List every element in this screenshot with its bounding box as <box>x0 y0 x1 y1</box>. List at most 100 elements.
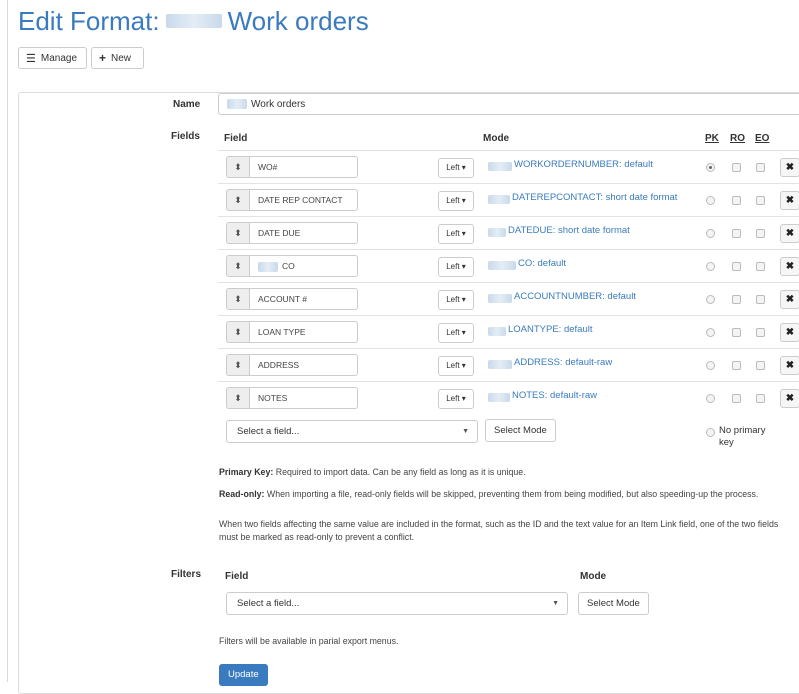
field-name-input[interactable]: CO <box>249 255 358 277</box>
alignment-dropdown[interactable]: Left ▾ <box>438 224 474 244</box>
mode-link[interactable]: DATEDUE: short date format <box>508 225 630 236</box>
redacted-text <box>227 99 247 109</box>
close-icon: ✖ <box>785 261 795 272</box>
mode-link[interactable]: LOANTYPE: default <box>508 324 592 335</box>
name-value: Work orders <box>251 98 306 110</box>
ro-checkbox[interactable] <box>732 262 741 271</box>
new-button[interactable]: + New <box>91 47 144 69</box>
select-mode-button[interactable]: Select Mode <box>485 419 556 442</box>
field-name-value: ADDRESS <box>258 360 300 370</box>
eo-checkbox[interactable] <box>756 262 765 271</box>
sort-handle-icon[interactable]: ⬍ <box>226 255 249 277</box>
pk-radio[interactable] <box>706 361 715 370</box>
eo-checkbox[interactable] <box>756 295 765 304</box>
pk-column-header: PK <box>705 133 719 144</box>
ro-column-header: RO <box>730 133 745 144</box>
sort-handle-icon[interactable]: ⬍ <box>226 321 249 343</box>
remove-field-button[interactable]: ✖ <box>780 323 799 342</box>
filters-label: Filters <box>171 569 202 580</box>
field-name-value: DATE REP CONTACT <box>258 195 343 205</box>
field-name-input[interactable]: NOTES <box>249 387 358 409</box>
close-icon: ✖ <box>785 195 795 206</box>
ro-checkbox[interactable] <box>732 163 741 172</box>
field-name-input[interactable]: ADDRESS <box>249 354 358 376</box>
caret-down-icon: ▾ <box>461 295 466 304</box>
alignment-value: Left <box>446 361 460 370</box>
caret-down-icon: ▾ <box>461 229 466 238</box>
eo-checkbox[interactable] <box>756 229 765 238</box>
alignment-dropdown[interactable]: Left ▾ <box>438 191 474 211</box>
field-name-input[interactable]: WO# <box>249 156 358 178</box>
sort-handle-icon[interactable]: ⬍ <box>226 288 249 310</box>
alignment-dropdown[interactable]: Left ▾ <box>438 389 474 409</box>
remove-field-button[interactable]: ✖ <box>780 224 799 243</box>
filter-select-mode-button[interactable]: Select Mode <box>578 592 649 615</box>
remove-field-button[interactable]: ✖ <box>780 257 799 276</box>
pk-radio[interactable] <box>706 196 715 205</box>
ro-checkbox[interactable] <box>732 295 741 304</box>
eo-checkbox[interactable] <box>756 163 765 172</box>
caret-down-icon: ▾ <box>461 262 466 271</box>
mode-link[interactable]: DATEREPCONTACT: short date format <box>512 192 677 203</box>
ro-checkbox[interactable] <box>732 196 741 205</box>
redacted-text <box>488 294 512 303</box>
sort-handle-icon[interactable]: ⬍ <box>226 189 249 211</box>
sort-handle-icon[interactable]: ⬍ <box>226 222 249 244</box>
eo-checkbox[interactable] <box>756 196 765 205</box>
ro-checkbox[interactable] <box>732 361 741 370</box>
remove-field-button[interactable]: ✖ <box>780 356 799 375</box>
remove-field-button[interactable]: ✖ <box>780 158 799 177</box>
name-field[interactable]: Work orders <box>218 93 799 115</box>
field-select[interactable]: Select a field... ▼ <box>226 420 478 443</box>
pk-radio[interactable] <box>706 262 715 271</box>
redacted-text <box>488 195 510 204</box>
mode-link[interactable]: ACCOUNTNUMBER: default <box>514 291 636 302</box>
redacted-text <box>165 14 222 29</box>
alignment-value: Left <box>446 262 460 271</box>
pk-radio[interactable] <box>706 229 715 238</box>
filter-field-select[interactable]: Select a field... ▼ <box>226 592 568 615</box>
pk-radio[interactable] <box>706 163 715 172</box>
mode-link[interactable]: CO: default <box>518 258 566 269</box>
remove-field-button[interactable]: ✖ <box>780 389 799 408</box>
alignment-value: Left <box>446 163 460 172</box>
alignment-dropdown[interactable]: Left ▾ <box>438 290 474 310</box>
sort-handle-icon[interactable]: ⬍ <box>226 156 249 178</box>
field-name-input[interactable]: DATE REP CONTACT <box>249 189 358 211</box>
redacted-text <box>258 261 278 272</box>
pk-radio[interactable] <box>706 328 715 337</box>
field-row: ⬍ ADDRESS Left ▾ ADDRESS: default-raw ✖ <box>218 348 799 382</box>
page-title: Edit Format: Work orders <box>18 6 369 37</box>
pk-radio[interactable] <box>706 295 715 304</box>
mode-link[interactable]: ADDRESS: default-raw <box>514 357 612 368</box>
remove-field-button[interactable]: ✖ <box>780 290 799 309</box>
mode-link[interactable]: NOTES: default-raw <box>512 390 597 401</box>
redacted-text <box>488 162 512 171</box>
caret-down-icon: ▾ <box>461 361 466 370</box>
sort-handle-icon[interactable]: ⬍ <box>226 387 249 409</box>
eo-checkbox[interactable] <box>756 328 765 337</box>
ro-checkbox[interactable] <box>732 394 741 403</box>
alignment-dropdown[interactable]: Left ▾ <box>438 323 474 343</box>
update-button[interactable]: Update <box>219 664 268 686</box>
sort-handle-icon[interactable]: ⬍ <box>226 354 249 376</box>
eo-checkbox[interactable] <box>756 394 765 403</box>
no-primary-key-radio[interactable] <box>706 428 715 437</box>
field-name-input[interactable]: LOAN TYPE <box>249 321 358 343</box>
no-primary-key-label: No primary key <box>719 425 766 448</box>
pk-radio[interactable] <box>706 394 715 403</box>
close-icon: ✖ <box>785 360 795 371</box>
ro-checkbox[interactable] <box>732 328 741 337</box>
field-name-input[interactable]: ACCOUNT # <box>249 288 358 310</box>
remove-field-button[interactable]: ✖ <box>780 191 799 210</box>
field-row: ⬍ DATE DUE Left ▾ DATEDUE: short date forma… <box>218 216 799 250</box>
manage-button[interactable]: ☰ Manage <box>18 47 87 69</box>
ro-checkbox[interactable] <box>732 229 741 238</box>
field-name-input[interactable]: DATE DUE <box>249 222 358 244</box>
alignment-dropdown[interactable]: Left ▾ <box>438 158 474 178</box>
eo-checkbox[interactable] <box>756 361 765 370</box>
mode-link[interactable]: WORKORDERNUMBER: default <box>514 159 653 170</box>
alignment-dropdown[interactable]: Left ▾ <box>438 356 474 376</box>
pk-help-title: Primary Key: <box>219 467 274 477</box>
alignment-dropdown[interactable]: Left ▾ <box>438 257 474 277</box>
